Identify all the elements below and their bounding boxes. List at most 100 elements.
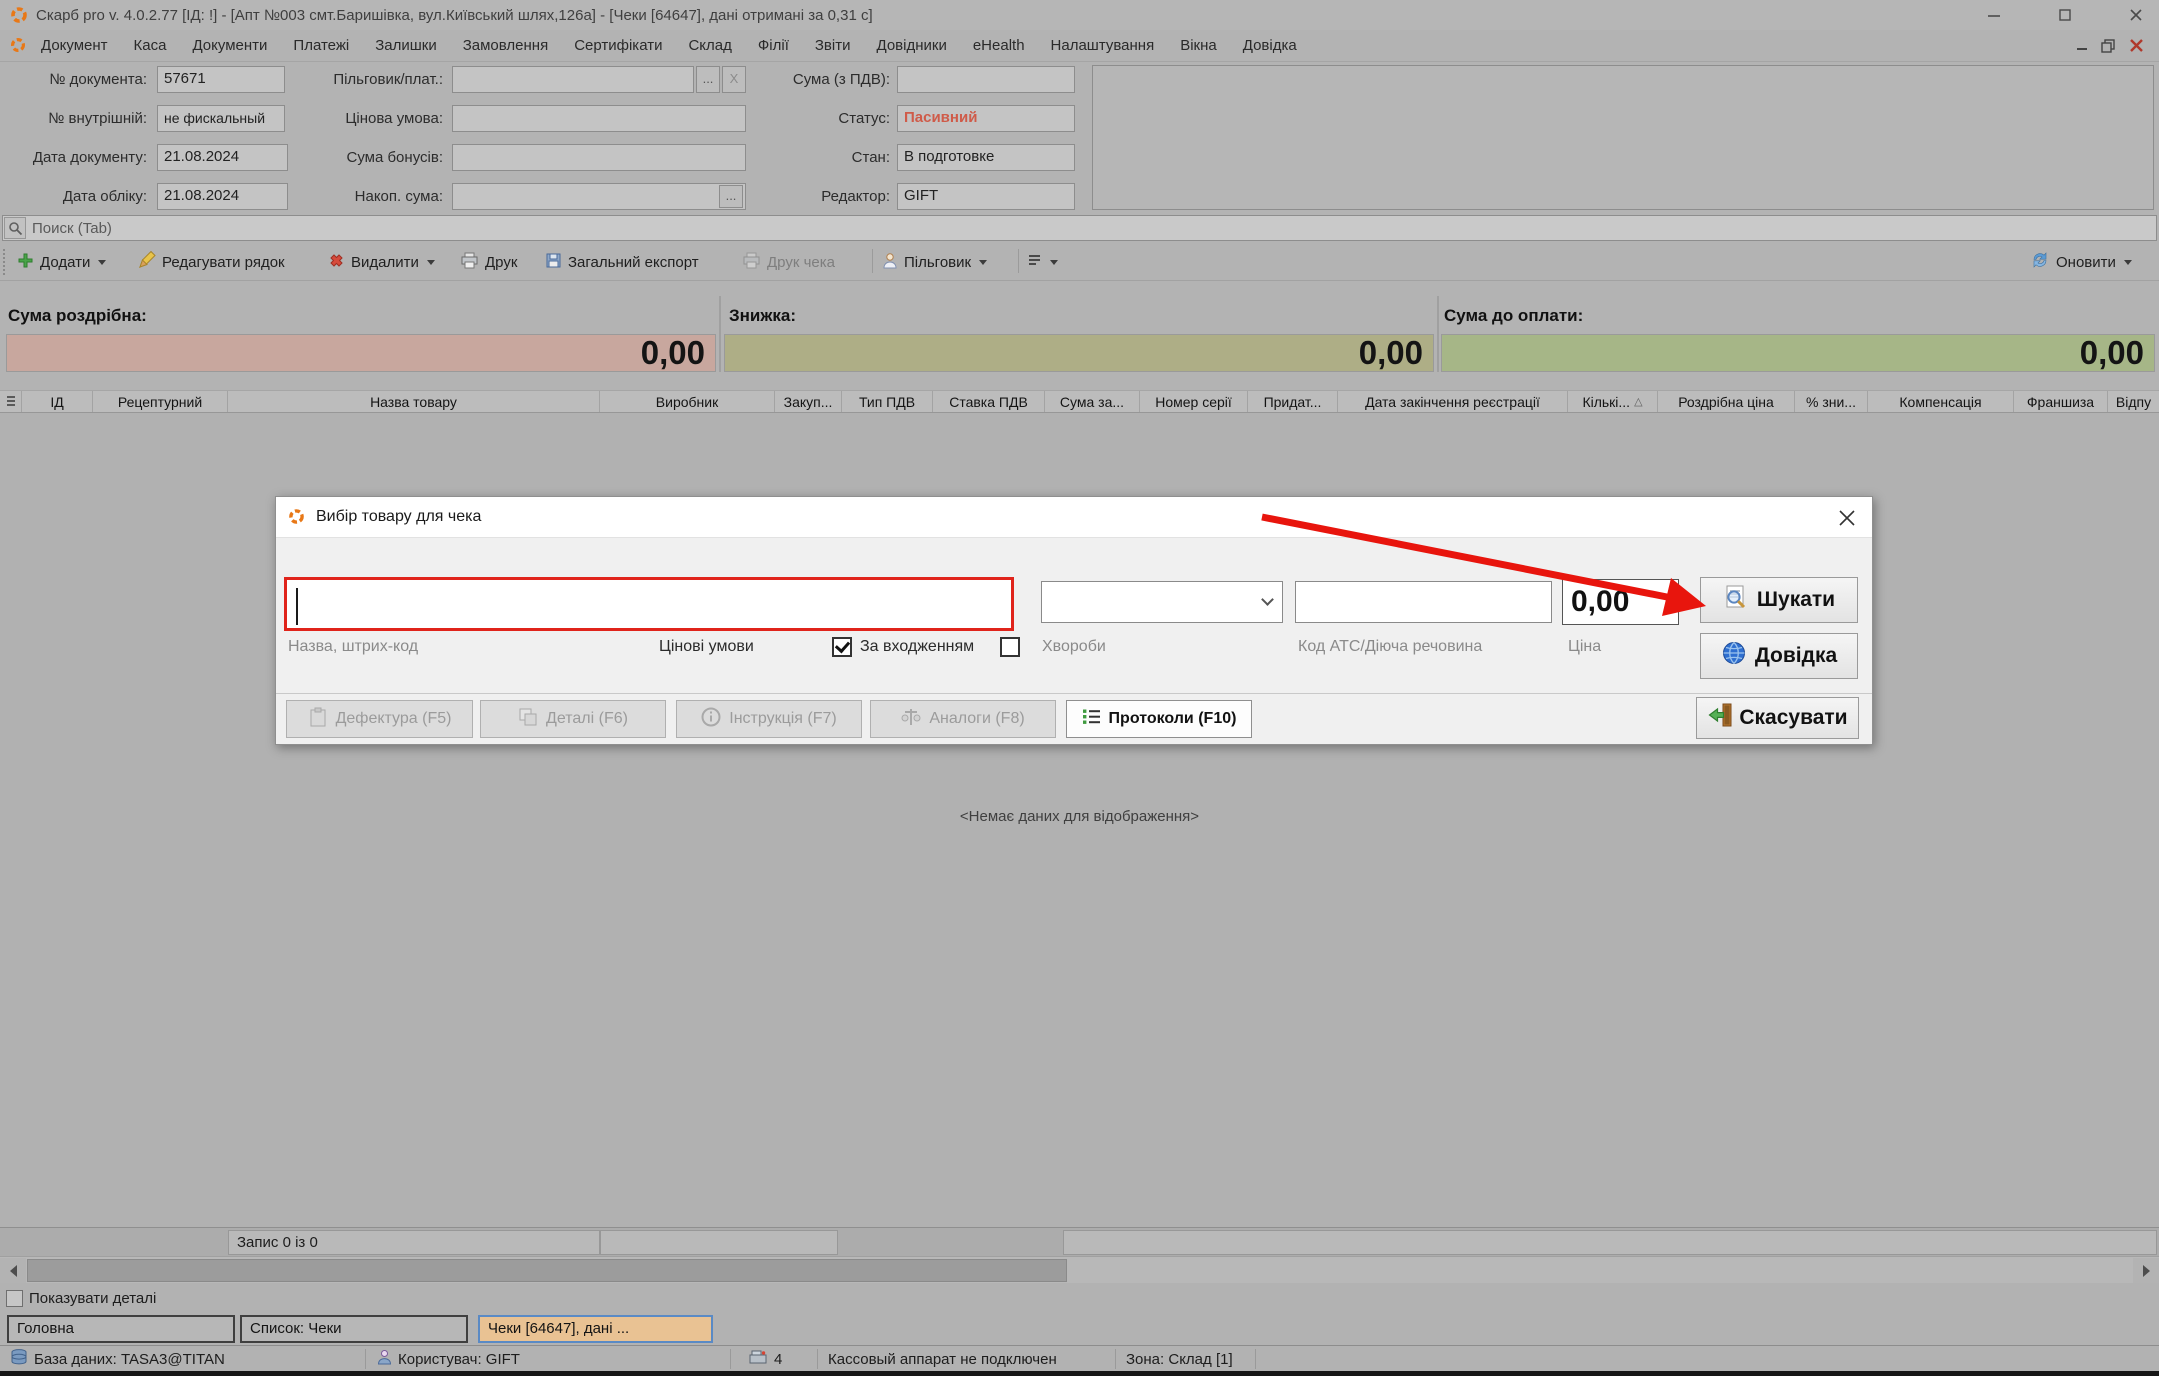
maximize-button[interactable] <box>2043 0 2087 30</box>
list-icon <box>1028 253 1042 271</box>
column-header-purchase[interactable]: Закуп... <box>775 391 842 412</box>
view-options-button[interactable] <box>1028 247 1058 277</box>
menu-orders[interactable]: Замовлення <box>450 37 561 54</box>
column-header-registration-end[interactable]: Дата закінчення реєстрації <box>1338 391 1568 412</box>
print-button[interactable]: Друк <box>460 247 517 277</box>
search-button[interactable]: Шукати <box>1700 577 1858 623</box>
window-title: Скарб pro v. 4.0.2.77 [ІД: !] - [Апт №00… <box>36 7 873 24</box>
search-bar[interactable]: Поиск (Tab) <box>2 215 2157 241</box>
menu-reports[interactable]: Звіти <box>802 37 864 54</box>
export-button[interactable]: Загальний експорт <box>545 247 699 277</box>
column-header-discount-pct[interactable]: % зни... <box>1795 391 1868 412</box>
protocols-button[interactable]: Протоколи (F10) <box>1066 700 1252 738</box>
price-terms-combo[interactable] <box>1041 581 1283 623</box>
column-header-series[interactable]: Номер серії <box>1140 391 1248 412</box>
retail-sum-value: 0,00 <box>6 334 716 372</box>
menu-help[interactable]: Довідка <box>1230 37 1310 54</box>
cancel-button[interactable]: Скасувати <box>1696 697 1859 739</box>
record-count: Запис 0 із 0 <box>228 1230 600 1255</box>
tab-receipts-active[interactable]: Чеки [64647], дані ... <box>478 1315 713 1343</box>
person-icon <box>882 252 898 273</box>
dialog-title: Вибір товару для чека <box>316 508 481 526</box>
show-details-row: Показувати деталі <box>0 1283 2159 1313</box>
printer-icon <box>460 252 479 273</box>
price-input[interactable]: 0,00 <box>1562 579 1679 625</box>
edit-row-button[interactable]: Редагувати рядок <box>138 247 285 277</box>
right-arrow-icon <box>2143 1265 2150 1277</box>
product-search-input[interactable] <box>284 577 1014 631</box>
atc-label: Код АТС/Діюча речовина <box>1298 638 1482 656</box>
table-header: ІД Рецептурний Назва товару Виробник Зак… <box>0 390 2159 413</box>
dropdown-caret-icon <box>98 260 106 265</box>
show-details-checkbox[interactable] <box>6 1290 23 1307</box>
minimize-button[interactable] <box>1972 0 2016 30</box>
menu-directories[interactable]: Довідники <box>864 37 960 54</box>
search-icon <box>4 217 26 239</box>
beneficiary-label: Пільговик/плат.: <box>240 66 443 93</box>
menu-windows[interactable]: Вікна <box>1167 37 1230 54</box>
scroll-right-button[interactable] <box>2133 1258 2159 1283</box>
menu-payments[interactable]: Платежі <box>280 37 362 54</box>
scroll-left-button[interactable] <box>0 1258 26 1283</box>
horizontal-scrollbar[interactable] <box>0 1256 2159 1283</box>
tab-home[interactable]: Головна <box>7 1315 235 1343</box>
mdi-close-icon[interactable] <box>2128 38 2146 59</box>
status-separator <box>1255 1349 1256 1369</box>
search-input[interactable]: Поиск (Tab) <box>32 220 112 237</box>
mdi-restore-icon[interactable] <box>2100 38 2118 59</box>
menu-certificates[interactable]: Сертифікати <box>561 37 675 54</box>
plus-icon <box>17 252 34 273</box>
register-count-status: 4 <box>748 1346 782 1372</box>
refresh-button[interactable]: Оновити <box>2030 247 2132 277</box>
dropdown-caret-icon <box>1050 260 1058 265</box>
column-header-vat-rate[interactable]: Ставка ПДВ <box>933 391 1045 412</box>
beneficiary-field[interactable] <box>452 66 694 93</box>
status-value: Пасивний <box>897 105 1075 132</box>
dialog-close-icon[interactable] <box>1836 507 1858 529</box>
globe-icon <box>1721 640 1747 672</box>
pencil-icon <box>138 251 156 273</box>
help-button[interactable]: Довідка <box>1700 633 1858 679</box>
layers-icon <box>518 707 538 732</box>
beneficiary-button[interactable]: Пільговик <box>882 247 987 277</box>
text-caret <box>296 588 298 625</box>
column-header-id[interactable]: ІД <box>22 391 93 412</box>
delete-button[interactable]: Видалити <box>328 247 435 277</box>
info-icon <box>701 707 721 732</box>
menu-document[interactable]: Документ <box>28 37 121 54</box>
column-header-compensation[interactable]: Компенсація <box>1868 391 2014 412</box>
product-select-dialog: Вибір товару для чека 0,00 Шукати Довідк… <box>275 496 1873 745</box>
column-header-sum[interactable]: Сума за... <box>1045 391 1140 412</box>
atc-input[interactable] <box>1295 581 1552 623</box>
menu-ehealth[interactable]: eHealth <box>960 37 1038 54</box>
menu-stock[interactable]: Залишки <box>362 37 450 54</box>
close-button[interactable] <box>2114 0 2158 30</box>
tab-list-receipts[interactable]: Список: Чеки <box>240 1315 468 1343</box>
column-header-dispense[interactable]: Відпу <box>2108 391 2159 412</box>
name-barcode-label: Назва, штрих-код <box>288 638 418 656</box>
column-header-prescription[interactable]: Рецептурний <box>93 391 228 412</box>
menu-documents[interactable]: Документи <box>179 37 280 54</box>
column-header-quantity[interactable]: Кількі...△ <box>1568 391 1658 412</box>
menu-branches[interactable]: Філії <box>745 37 802 54</box>
column-header-franchise[interactable]: Франшиза <box>2014 391 2108 412</box>
status-separator <box>365 1349 366 1369</box>
diseases-checkbox[interactable] <box>1000 637 1020 657</box>
column-header-product-name[interactable]: Назва товару <box>228 391 600 412</box>
column-header-expiry[interactable]: Придат... <box>1248 391 1338 412</box>
dialog-title-bar: Вибір товару для чека <box>276 497 1872 538</box>
column-header-vat-type[interactable]: Тип ПДВ <box>842 391 933 412</box>
add-button[interactable]: Додати <box>17 247 106 277</box>
mdi-minimize-icon[interactable] <box>2074 38 2092 59</box>
clipboard-icon <box>308 707 328 732</box>
menu-kasa[interactable]: Каса <box>121 37 180 54</box>
sum-vat-field[interactable] <box>897 66 1075 93</box>
dropdown-caret-icon <box>979 260 987 265</box>
column-header-retail-price[interactable]: Роздрібна ціна <box>1658 391 1795 412</box>
delete-x-icon <box>328 252 345 273</box>
by-entry-checkbox[interactable] <box>832 637 852 657</box>
column-header-manufacturer[interactable]: Виробник <box>600 391 775 412</box>
menu-settings[interactable]: Налаштування <box>1038 37 1168 54</box>
scrollbar-thumb[interactable] <box>27 1259 1067 1282</box>
menu-warehouse[interactable]: Склад <box>675 37 744 54</box>
